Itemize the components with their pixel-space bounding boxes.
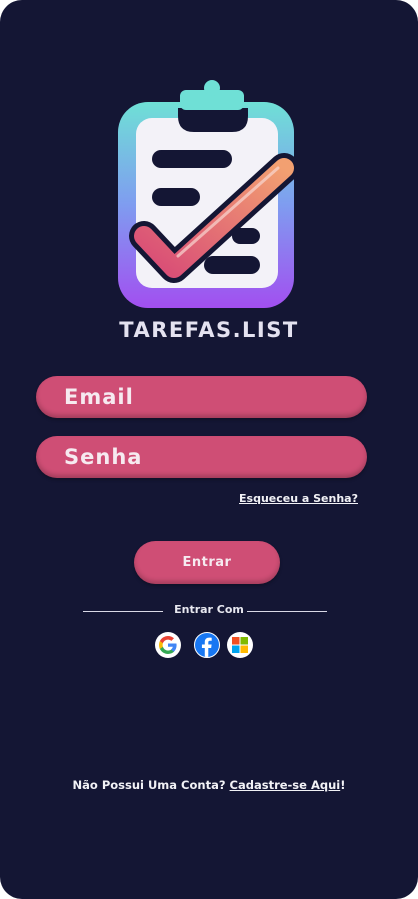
login-button[interactable]: Entrar (134, 541, 280, 584)
signup-prompt: Não Possui Uma Conta? Cadastre-se Aqui! (0, 778, 418, 792)
signup-prompt-text: Não Possui Uma Conta? (72, 778, 230, 792)
password-input[interactable]: Senha (36, 436, 367, 478)
facebook-login-button[interactable] (194, 632, 220, 658)
signup-link[interactable]: Cadastre-se Aqui (230, 778, 341, 792)
google-login-button[interactable] (155, 632, 181, 658)
app-title: TAREFAS.LIST (119, 318, 299, 342)
clipboard-check-logo (118, 80, 299, 308)
login-screen: TAREFAS.LIST Email Senha Esqueceu a Senh… (0, 0, 418, 899)
microsoft-icon (232, 637, 248, 653)
social-login-label: Entrar Com (174, 603, 244, 616)
email-input[interactable]: Email (36, 376, 367, 418)
forgot-password-link[interactable]: Esqueceu a Senha? (239, 492, 358, 505)
microsoft-login-button[interactable] (227, 632, 253, 658)
signup-suffix: ! (340, 778, 346, 792)
divider-line-right (247, 611, 327, 612)
facebook-icon (201, 637, 212, 657)
google-icon (159, 636, 177, 654)
